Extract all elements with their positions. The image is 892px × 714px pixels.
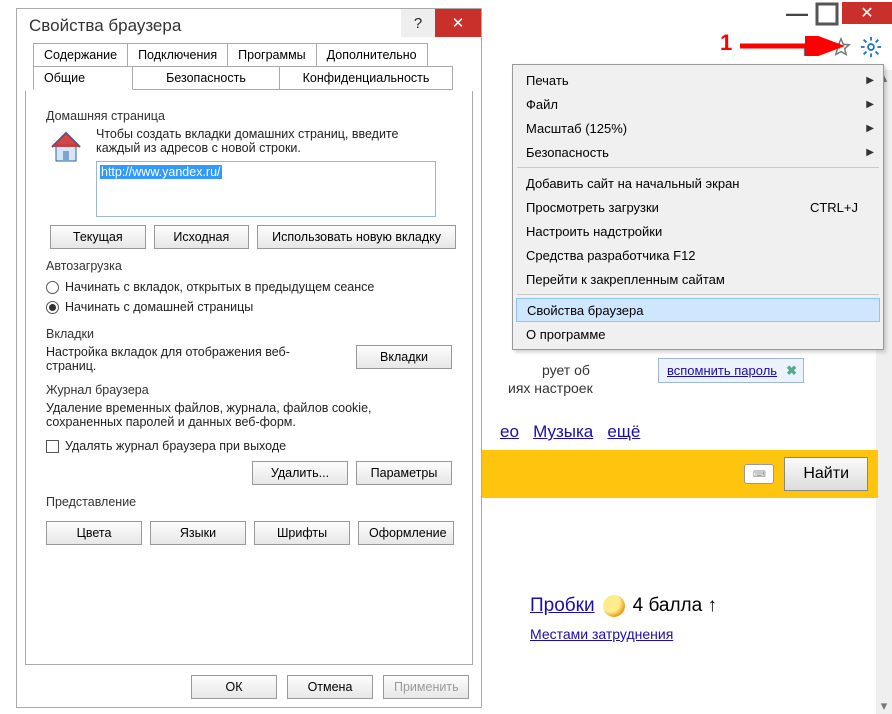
history-settings-button[interactable]: Параметры [356,461,452,485]
nav-more-link[interactable]: ещё [607,422,640,441]
bg-minimize-button[interactable]: — [782,2,812,26]
menu-item-devtools[interactable]: Средства разработчика F12 [516,243,880,267]
use-newtab-button[interactable]: Использовать новую вкладку [257,225,456,249]
bg-maximize-button[interactable] [812,2,842,26]
traffic-link[interactable]: Пробки [530,595,595,617]
section-tabs: Вкладки Настройка вкладок для отображени… [42,327,456,373]
cancel-button[interactable]: Отмена [287,675,373,699]
homepage-url-input[interactable]: http://www.yandex.ru/ [96,161,436,217]
use-default-button[interactable]: Исходная [154,225,250,249]
remember-password-link[interactable]: вспомнить пароль [667,363,777,378]
dialog-close-button[interactable]: ✕ [435,9,481,37]
remember-password-bar[interactable]: вспомнить пароль ✖ [658,358,804,383]
keyboard-icon[interactable]: ⌨ [744,464,774,484]
dialog-tabs: Содержание Подключения Программы Дополни… [25,43,473,91]
dialog-titlebar: Свойства браузера ? ✕ [17,9,481,43]
tab-general[interactable]: Общие [33,66,133,90]
delete-on-exit-checkbox[interactable]: Удалять журнал браузера при выходе [46,439,286,453]
traffic-widget: Пробки 4 балла ↑ [530,595,717,617]
menu-item-add-to-start[interactable]: Добавить сайт на начальный экран [516,171,880,195]
tools-menu: Печать▶ Файл▶ Масштаб (125%)▶ Безопаснос… [512,64,884,350]
tab-programs[interactable]: Программы [227,43,317,67]
fonts-button[interactable]: Шрифты [254,521,350,545]
section-legend: Представление [42,495,140,509]
languages-button[interactable]: Языки [150,521,246,545]
menu-item-pinned-sites[interactable]: Перейти к закрепленным сайтам [516,267,880,291]
menu-item-file[interactable]: Файл▶ [516,92,880,116]
nav-music-link[interactable]: Музыка [533,422,593,441]
dialog-title: Свойства браузера [29,16,181,36]
nav-video-link[interactable]: ео [500,422,519,441]
gear-icon[interactable] [860,36,882,58]
section-history: Журнал браузера Удаление временных файло… [42,383,456,485]
bg-close-button[interactable]: ✕ [842,2,892,24]
tabs-description: Настройка вкладок для отображения веб-ст… [46,345,326,373]
use-current-button[interactable]: Текущая [50,225,146,249]
homepage-description: Чтобы создать вкладки домашних страниц, … [96,127,426,155]
radio-start-prev[interactable]: Начинать с вкладок, открытых в предыдуще… [46,277,456,297]
menu-item-security[interactable]: Безопасность▶ [516,140,880,164]
dialog-help-button[interactable]: ? [401,9,435,37]
menu-item-internet-options[interactable]: Свойства браузера [516,298,880,322]
bg-text: иях настроек [508,380,593,396]
home-icon [46,127,86,167]
chevron-right-icon: ▶ [866,75,874,86]
menu-shortcut: CTRL+J [810,200,858,215]
menu-item-addons[interactable]: Настроить надстройки [516,219,880,243]
search-button[interactable]: Найти [784,457,868,491]
dialog-footer: ОК Отмена Применить [191,675,469,699]
tabs-settings-button[interactable]: Вкладки [356,345,452,369]
tab-content[interactable]: Содержание [33,43,128,67]
scroll-down-icon[interactable]: ▾ [876,698,892,714]
bg-text: рует об [542,362,590,378]
annotation-arrow-1 [740,36,850,56]
delete-history-button[interactable]: Удалить... [252,461,348,485]
section-appearance: Представление Цвета Языки Шрифты Оформле… [42,495,456,545]
menu-item-downloads[interactable]: Просмотреть загрузкиCTRL+J [516,195,880,219]
homepage-url-value: http://www.yandex.ru/ [100,165,222,179]
tab-advanced[interactable]: Дополнительно [316,43,428,67]
history-description: Удаление временных файлов, журнала, файл… [46,401,426,429]
menu-item-about[interactable]: О программе [516,322,880,346]
colors-button[interactable]: Цвета [46,521,142,545]
ok-button[interactable]: ОК [191,675,277,699]
tab-connections[interactable]: Подключения [127,43,228,67]
annotation-1: 1 [720,30,732,56]
close-icon[interactable]: ✖ [786,363,797,379]
chevron-right-icon: ▶ [866,99,874,110]
menu-item-print[interactable]: Печать▶ [516,68,880,92]
menu-separator [517,167,879,168]
internet-options-dialog: Свойства браузера ? ✕ Содержание Подключ… [16,8,482,708]
sun-icon [603,595,625,617]
apply-button[interactable]: Применить [383,675,469,699]
traffic-value: 4 балла ↑ [633,595,717,617]
menu-item-zoom[interactable]: Масштаб (125%)▶ [516,116,880,140]
chevron-right-icon: ▶ [866,123,874,134]
chevron-right-icon: ▶ [866,147,874,158]
section-legend: Журнал браузера [42,383,153,397]
section-legend: Автозагрузка [42,259,126,273]
search-bar: ⌨ Найти [478,450,878,498]
section-legend: Вкладки [42,327,98,341]
tab-security[interactable]: Безопасность [132,66,280,90]
section-startup: Автозагрузка Начинать с вкладок, открыты… [42,259,456,317]
accessibility-button[interactable]: Оформление [358,521,454,545]
section-homepage: Домашняя страница Чтобы создать вкладки … [42,109,456,249]
menu-separator [517,294,879,295]
traffic-sub-link[interactable]: Местами затруднения [530,626,673,642]
tab-privacy[interactable]: Конфиденциальность [279,66,453,90]
section-legend: Домашняя страница [42,109,169,123]
radio-start-home[interactable]: Начинать с домашней страницы [46,297,456,317]
